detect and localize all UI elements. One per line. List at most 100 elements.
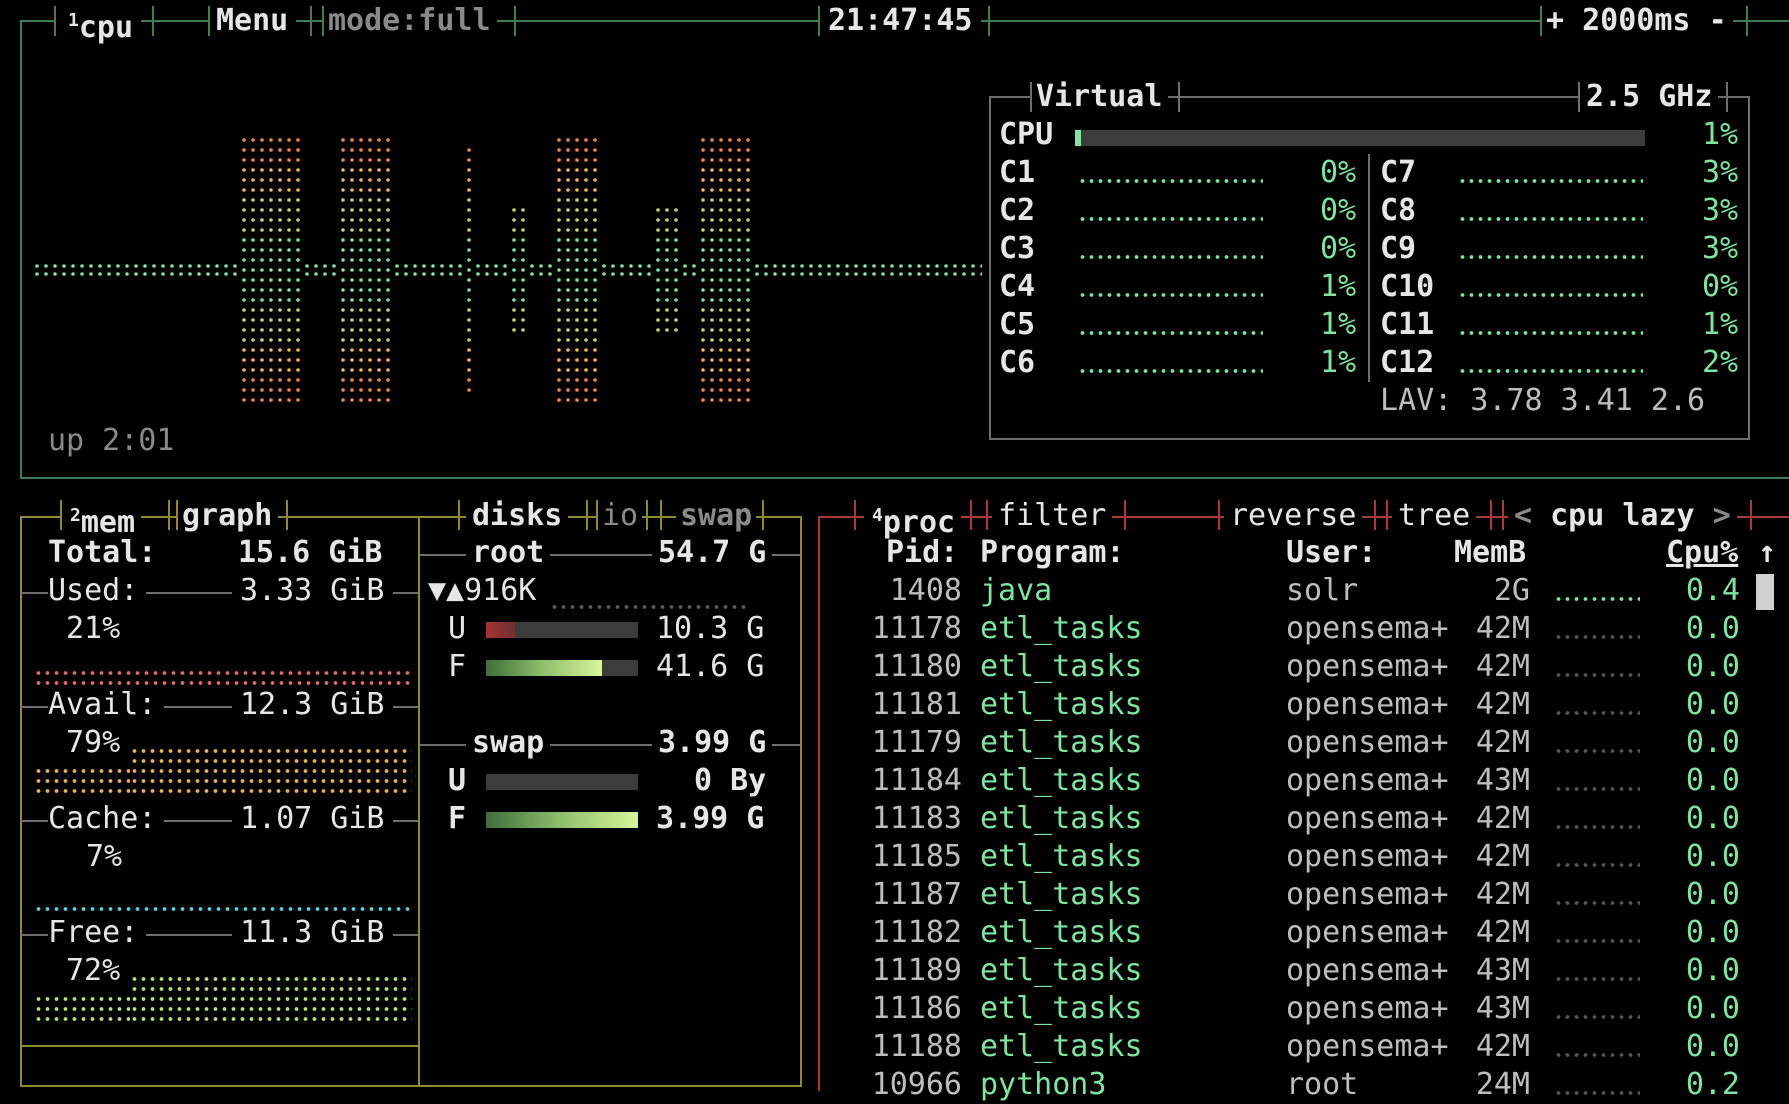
sort-prev-button[interactable]: < [1514,498,1532,533]
process-program: etl_tasks [980,915,1143,950]
core-name: C9 [1380,231,1417,266]
disk-io-rate: ▼▲916K [428,573,537,608]
mem-avail-meter-base [34,766,130,796]
process-pid: 11179 [871,725,962,760]
process-program: etl_tasks [980,877,1143,912]
core-percent: 1% [1320,307,1357,342]
process-mem: 42M [1475,1029,1530,1064]
mem-total-value: 15.6 GiB [238,535,383,570]
process-pid: 11186 [871,991,962,1026]
process-cpu-graph [1554,746,1640,754]
cpu-tab-title: cpu [78,10,134,45]
process-mem: 42M [1475,687,1530,722]
process-cpu: 0.0 [1685,953,1740,988]
uptime-label: up 2:01 [48,423,175,458]
swap-used-meter [486,774,638,790]
swap-size: 3.99 G [652,724,773,762]
mem-free-value: 11.3 GiB [232,914,393,952]
proc-tab-index: 4 [872,505,883,526]
process-cpu: 0.0 [1685,915,1740,950]
process-mem: 42M [1475,725,1530,760]
core-name: C2 [999,193,1036,228]
core-usage-graph [1078,214,1263,222]
process-pid: 11184 [871,763,962,798]
process-pid: 11189 [871,953,962,988]
col-pid-header[interactable]: Pid: [886,534,958,572]
process-cpu-graph [1554,974,1640,982]
proc-scrollbar-thumb[interactable] [1756,574,1774,610]
tab-sep [818,6,820,36]
process-mem: 42M [1475,801,1530,836]
mem-total-label: Total: [48,535,157,570]
core-usage-graph [1458,176,1643,184]
mode-label: mode:full [328,3,491,38]
process-mem: 42M [1475,915,1530,950]
process-pid: 10966 [871,1067,962,1102]
menu-button[interactable]: Menu [208,2,297,40]
process-pid: 11183 [871,801,962,836]
col-cpu-header[interactable]: Cpu% [1666,534,1738,572]
core-usage-graph [1078,252,1263,260]
swap-tab[interactable]: swap [676,497,757,535]
process-cpu-graph [1554,1088,1640,1096]
proc-reverse-toggle[interactable]: reverse [1224,497,1363,535]
process-user: root [1286,1067,1359,1102]
mem-tab-index: 2 [70,505,81,526]
core-percent: 3% [1702,231,1739,266]
mem-free-meter [130,974,412,1024]
disk-root-size: 54.7 G [652,534,773,572]
tab-sep [1030,82,1032,112]
tab-sep [988,6,990,36]
process-program: etl_tasks [980,687,1143,722]
tab-sep [1746,6,1748,36]
sort-next-button[interactable]: > [1713,498,1731,533]
io-tab[interactable]: io [598,497,643,535]
tab-sep [596,500,598,530]
process-cpu: 0.0 [1685,725,1740,760]
sort-direction-icon[interactable]: ↑ [1758,534,1776,572]
proc-sort-selector[interactable]: < cpu lazy > [1508,497,1737,535]
mem-used-percent: 21% [66,611,121,646]
proc-box-left-border [818,516,820,1091]
core-usage-graph [1458,290,1643,298]
tab-sep [514,6,516,36]
proc-tree-toggle[interactable]: tree [1392,497,1477,535]
col-user-header[interactable]: User: [1286,534,1376,572]
mem-free-label: Free: [48,914,147,952]
disk-io-graph [550,602,750,610]
mem-graph-toggle[interactable]: graph [176,497,279,535]
core-usage-graph [1078,290,1263,298]
tab-sep [208,6,210,36]
core-usage-graph [1078,328,1263,336]
col-mem-header[interactable]: MemB [1454,534,1526,572]
process-mem: 24M [1475,1067,1530,1102]
process-program: etl_tasks [980,1029,1143,1064]
interval-decrease-button[interactable]: - [1709,3,1727,38]
disk-root-label: root [466,534,551,572]
process-cpu-graph [1554,860,1640,868]
process-program: etl_tasks [980,991,1143,1026]
core-name: C3 [999,231,1036,266]
core-percent: 1% [1320,345,1357,380]
mode-toggle[interactable]: mode:full [322,2,497,40]
proc-filter[interactable]: filter [992,497,1113,535]
tab-sep [168,500,170,530]
interval-control[interactable]: + 2000ms - [1540,2,1733,40]
core-percent: 0% [1702,269,1739,304]
process-pid: 11181 [871,687,962,722]
core-percent: 1% [1320,269,1357,304]
tab-sep [1750,500,1752,530]
cpu-box-bottom-border [20,477,1789,479]
process-cpu-graph [1554,594,1640,602]
col-program-header[interactable]: Program: [980,534,1125,572]
cpu-tab[interactable]: 1cpu [56,2,142,47]
process-mem: 2G [1493,573,1530,608]
interval-increase-button[interactable]: + [1546,3,1564,38]
swap-used-value: 0 By [694,763,767,798]
process-cpu-graph [1554,936,1640,944]
tab-sep [1540,6,1542,36]
disk-free-label: F [448,649,467,684]
disks-tab[interactable]: disks [466,497,569,535]
tab-sep [970,500,972,530]
tab-sep [1578,82,1580,112]
